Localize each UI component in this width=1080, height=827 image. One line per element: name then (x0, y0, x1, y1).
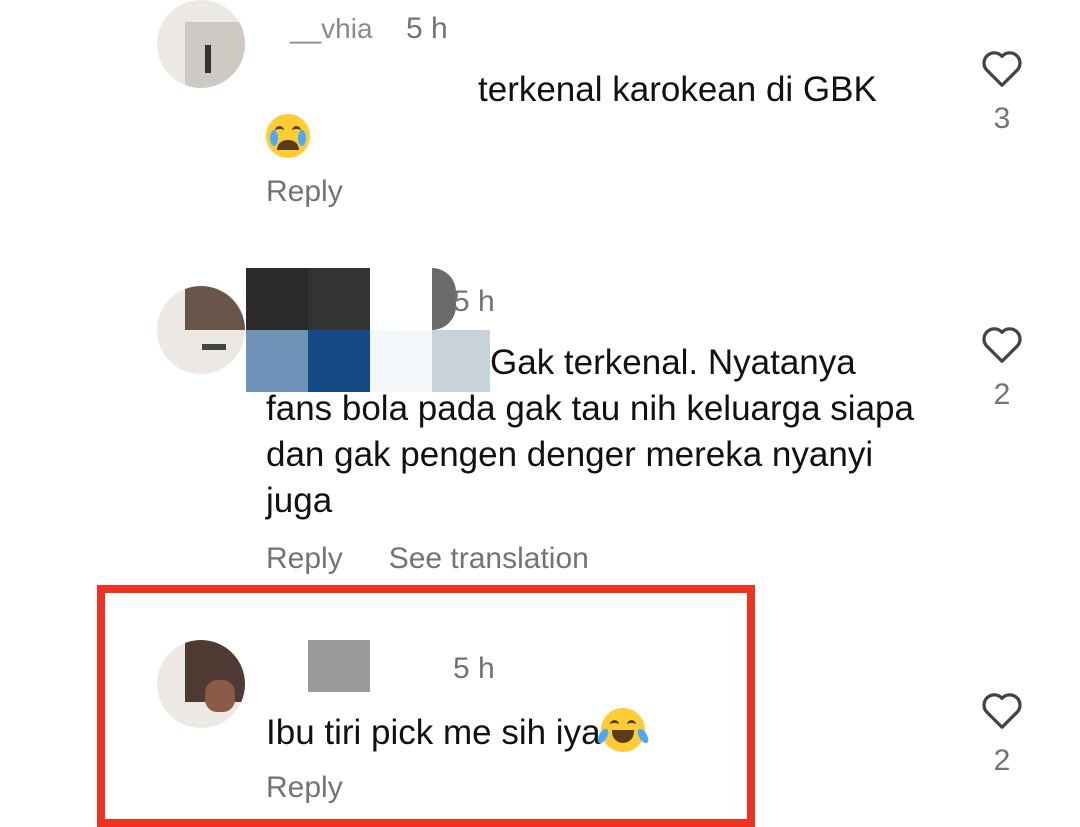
avatar[interactable] (157, 640, 245, 728)
redaction-block (308, 268, 370, 330)
like-count: 2 (993, 744, 1011, 777)
reply-button[interactable]: Reply (266, 771, 343, 805)
avatar[interactable] (157, 286, 245, 374)
like-button[interactable]: 2 (972, 324, 1032, 412)
username[interactable]: __vhia (290, 12, 373, 46)
heart-outline-icon[interactable] (980, 324, 1024, 364)
tears-of-joy-emoji-icon (595, 708, 651, 752)
comment-actions: Reply See translation (266, 542, 589, 576)
heart-outline-icon[interactable] (980, 690, 1024, 730)
see-translation-button[interactable]: See translation (389, 542, 589, 576)
comment-time: 5 h (406, 12, 448, 45)
comment-time: 5 h (453, 285, 495, 318)
comment-text: Ibu tiri pick me sih iya (266, 708, 926, 756)
reply-button[interactable]: Reply (266, 542, 343, 576)
redaction-block (370, 268, 432, 330)
heart-outline-icon[interactable] (980, 48, 1024, 88)
comment-actions: Reply (266, 175, 343, 209)
comment-text: Gak terkenal. Nyatanya fans bola pada ga… (266, 343, 914, 520)
redaction-block (308, 640, 370, 692)
comment-actions: Reply (266, 771, 343, 805)
like-count: 3 (993, 102, 1011, 135)
like-button[interactable]: 2 (972, 690, 1032, 778)
avatar[interactable] (157, 0, 245, 88)
reply-button[interactable]: Reply (266, 175, 343, 209)
redaction-block (246, 268, 308, 330)
loudly-crying-emoji-icon (266, 114, 310, 158)
like-count: 2 (993, 378, 1011, 411)
comment-time: 5 h (453, 652, 495, 685)
like-button[interactable]: 3 (972, 48, 1032, 136)
